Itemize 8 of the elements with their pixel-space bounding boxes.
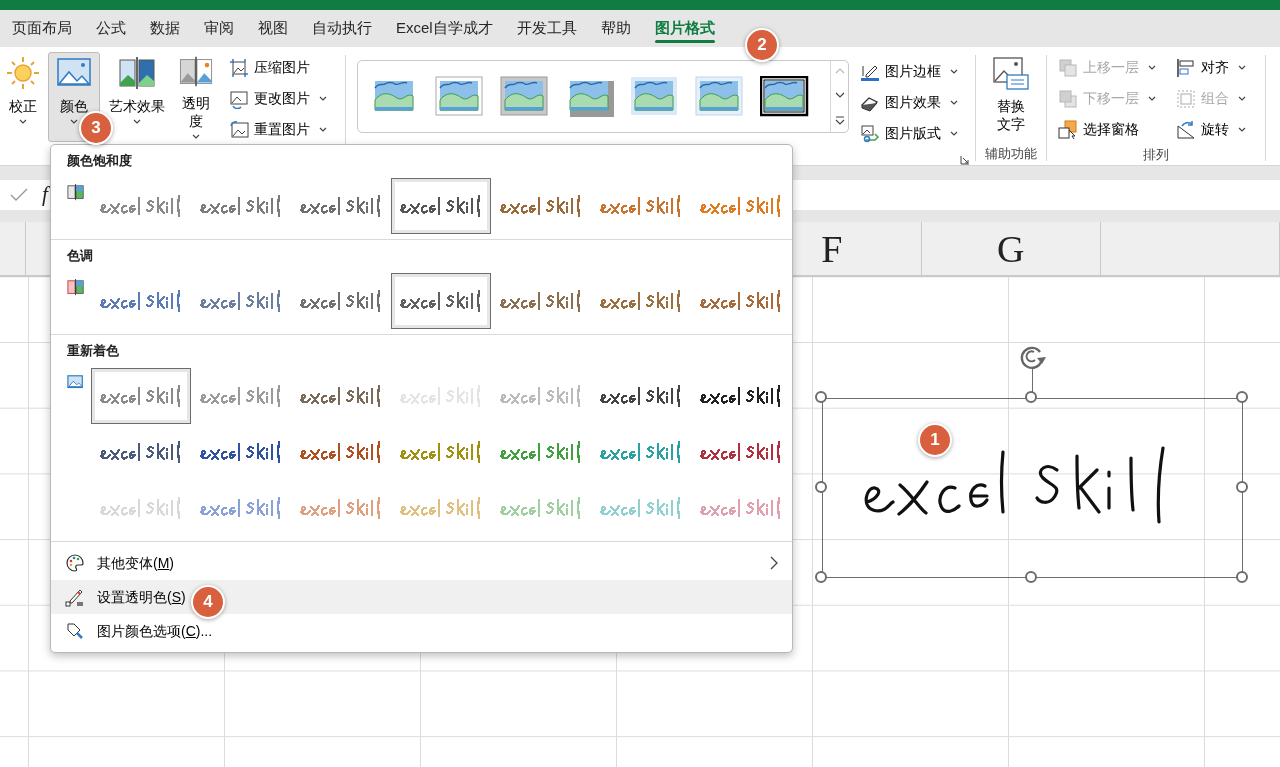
group-label: 辅助功能: [985, 145, 1037, 164]
group-label: 排列: [1143, 146, 1169, 165]
section-title: 颜色饱和度: [67, 152, 133, 170]
column-letter: F: [821, 229, 843, 268]
column-letter: G: [997, 229, 1025, 268]
section-title: 色调: [67, 247, 94, 265]
section-title: 重新着色: [67, 342, 120, 360]
callout-tooltip: 1: [918, 423, 952, 457]
